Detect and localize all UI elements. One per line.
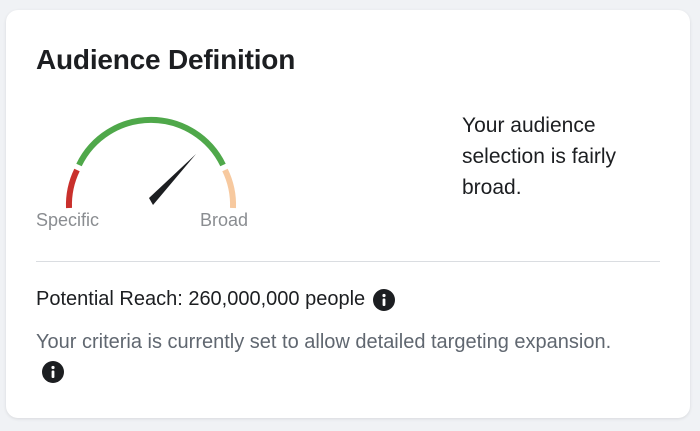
criteria-text: Your criteria is currently set to allow … (36, 331, 612, 353)
info-icon[interactable] (42, 360, 64, 383)
divider (36, 261, 660, 262)
gauge-segment-broad (222, 168, 237, 209)
potential-reach-text: Potential Reach: 260,000,000 people (36, 288, 366, 310)
info-icon[interactable] (373, 288, 396, 311)
audience-definition-card: Audience Definition Specific Broad Your … (6, 10, 690, 418)
potential-reach: Potential Reach: 260,000,000 people (36, 288, 396, 311)
audience-description: Your audience selection is fairly broad. (462, 114, 617, 199)
gauge-label-specific: Specific (36, 210, 100, 230)
card-title: Audience Definition (36, 44, 296, 75)
audience-gauge (65, 116, 237, 209)
gauge-segment-middle (76, 116, 226, 167)
gauge-label-broad: Broad (200, 210, 249, 230)
criteria-text-block: Your criteria is currently set to allow … (36, 327, 636, 389)
gauge-segment-specific (65, 168, 80, 209)
gauge-needle (149, 154, 196, 205)
